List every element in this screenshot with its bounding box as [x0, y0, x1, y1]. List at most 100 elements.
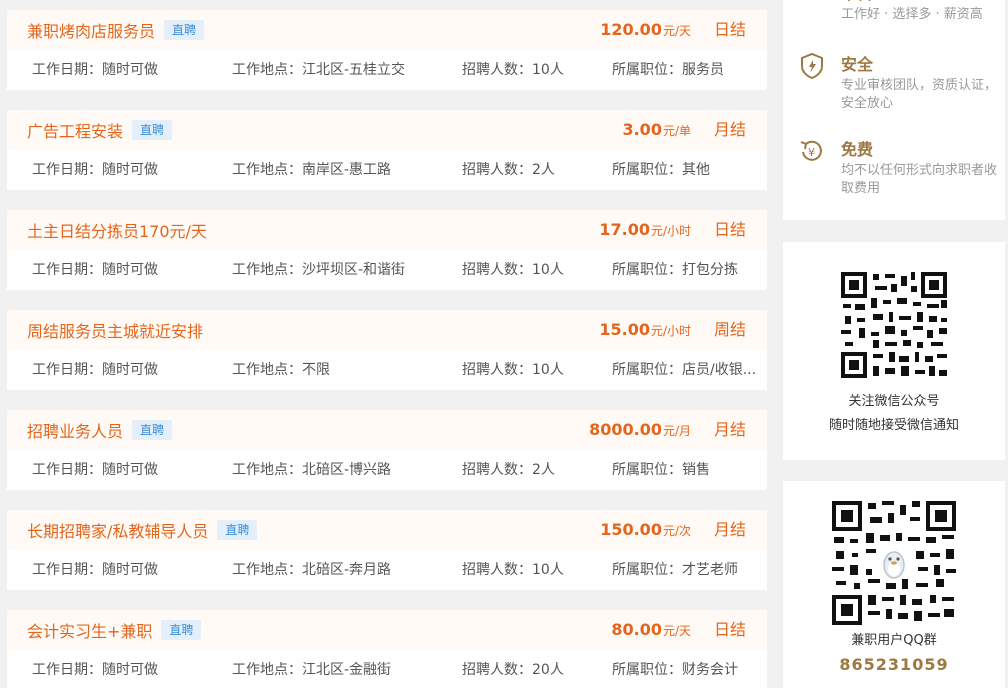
direct-hire-badge: 直聘: [161, 620, 202, 640]
salary: 8000.00元/月: [589, 410, 691, 450]
salary: 80.00元/天: [611, 610, 691, 650]
work-date: 工作日期：随时可做: [32, 562, 158, 578]
salary-amount: 17.00: [599, 220, 650, 239]
people-icon: [797, 0, 827, 10]
job-card-header: 长期招聘家/私教辅导人员 直聘 150.00元/次 月结: [7, 510, 767, 550]
salary: 150.00元/次: [600, 510, 691, 550]
salary-unit: 元/小时: [650, 224, 691, 238]
direct-hire-badge: 直聘: [217, 520, 258, 540]
work-date: 工作日期：随时可做: [32, 462, 158, 478]
work-date: 工作日期：随时可做: [32, 162, 158, 178]
job-position: 所属职位：店员/收银...: [612, 362, 757, 378]
wechat-qr-panel: 关注微信公众号 随时随地接受微信通知: [783, 242, 1005, 460]
yen-refresh-icon: ¥: [800, 140, 822, 161]
job-info-row: 工作日期：随时可做 工作地点：北碚区-博兴路 招聘人数：2人 所属职位：销售: [7, 450, 767, 490]
job-card[interactable]: 会计实习生+兼职 直聘 80.00元/天 日结 工作日期：随时可做 工作地点：江…: [7, 610, 767, 688]
salary-amount: 80.00: [611, 620, 662, 639]
job-title-link[interactable]: 招聘业务人员: [27, 418, 123, 442]
shield-icon: [801, 52, 823, 80]
hiring-count: 招聘人数：2人: [462, 162, 555, 178]
salary-unit: 元/次: [662, 524, 691, 538]
feature-desc: 专业审核团队，资质认证，安全放心: [841, 78, 998, 111]
job-title-link[interactable]: 长期招聘家/私教辅导人员: [27, 518, 208, 542]
work-location: 工作地点：沙坪坝区-和谐街: [232, 262, 406, 278]
work-date: 工作日期：随时可做: [32, 62, 158, 78]
wechat-follow-text: 关注微信公众号: [848, 394, 940, 409]
job-position: 所属职位：其他: [612, 162, 710, 178]
work-location: 工作地点：江北区-五桂立交: [232, 62, 406, 78]
job-card-header: 土主日结分拣员170元/天 17.00元/小时 日结: [7, 210, 767, 250]
job-title-link[interactable]: 兼职烤肉店服务员: [27, 18, 155, 42]
job-info-row: 工作日期：随时可做 工作地点：江北区-金融街 招聘人数：20人 所属职位：财务会…: [7, 650, 767, 688]
salary-amount: 120.00: [600, 20, 662, 39]
hiring-count: 招聘人数：10人: [462, 362, 564, 378]
salary-amount: 15.00: [599, 320, 650, 339]
svg-text:¥: ¥: [808, 146, 815, 159]
feature-title: 平台: [841, 0, 873, 4]
salary: 3.00元/单: [622, 110, 691, 150]
feature-desc: 均不以任何形式向求职者收取费用: [841, 163, 998, 196]
settlement-type: 日结: [713, 220, 746, 239]
hiring-count: 招聘人数：20人: [462, 662, 564, 678]
hiring-count: 招聘人数：10人: [462, 562, 564, 578]
job-title-link[interactable]: 会计实习生+兼职: [27, 618, 152, 642]
job-position: 所属职位：财务会计: [612, 662, 738, 678]
work-date: 工作日期：随时可做: [32, 262, 158, 278]
job-card[interactable]: 招聘业务人员 直聘 8000.00元/月 月结 工作日期：随时可做 工作地点：北…: [7, 410, 767, 490]
job-card[interactable]: 兼职烤肉店服务员 直聘 120.00元/天 日结 工作日期：随时可做 工作地点：…: [7, 10, 767, 90]
job-list: 兼职烤肉店服务员 直聘 120.00元/天 日结 工作日期：随时可做 工作地点：…: [7, 10, 767, 688]
job-title-link[interactable]: 周结服务员主城就近安排: [27, 318, 203, 342]
qq-group-panel: 兼职用户QQ群 865231059: [783, 481, 1005, 688]
job-info-row: 工作日期：随时可做 工作地点：江北区-五桂立交 招聘人数：10人 所属职位：服务…: [7, 50, 767, 90]
job-position: 所属职位：服务员: [612, 62, 724, 78]
job-card-header: 周结服务员主城就近安排 15.00元/小时 周结: [7, 310, 767, 350]
job-info-row: 工作日期：随时可做 工作地点：南岸区-惠工路 招聘人数：2人 所属职位：其他: [7, 150, 767, 190]
job-info-row: 工作日期：随时可做 工作地点：不限 招聘人数：10人 所属职位：店员/收银...: [7, 350, 767, 390]
salary-amount: 8000.00: [589, 420, 662, 439]
salary-unit: 元/月: [662, 424, 691, 438]
settlement-type: 月结: [713, 520, 746, 539]
salary-amount: 3.00: [622, 120, 662, 139]
job-position: 所属职位：打包分拣: [612, 262, 738, 278]
job-position: 所属职位：才艺老师: [612, 562, 738, 578]
job-card[interactable]: 土主日结分拣员170元/天 17.00元/小时 日结 工作日期：随时可做 工作地…: [7, 210, 767, 290]
direct-hire-badge: 直聘: [164, 20, 205, 40]
settlement-type: 日结: [713, 20, 746, 39]
job-card[interactable]: 广告工程安装 直聘 3.00元/单 月结 工作日期：随时可做 工作地点：南岸区-…: [7, 110, 767, 190]
job-card[interactable]: 周结服务员主城就近安排 15.00元/小时 周结 工作日期：随时可做 工作地点：…: [7, 310, 767, 390]
salary: 17.00元/小时: [599, 210, 691, 250]
settlement-type: 月结: [713, 120, 746, 139]
job-title-link[interactable]: 广告工程安装: [27, 118, 123, 142]
direct-hire-badge: 直聘: [132, 120, 173, 140]
wechat-qr-code: [839, 270, 949, 380]
job-card-header: 兼职烤肉店服务员 直聘 120.00元/天 日结: [7, 10, 767, 50]
job-card-header: 广告工程安装 直聘 3.00元/单 月结: [7, 110, 767, 150]
hiring-count: 招聘人数：2人: [462, 462, 555, 478]
qq-group-number: 865231059: [839, 655, 949, 674]
work-date: 工作日期：随时可做: [32, 362, 158, 378]
work-date: 工作日期：随时可做: [32, 662, 158, 678]
job-card-header: 招聘业务人员 直聘 8000.00元/月 月结: [7, 410, 767, 450]
salary-unit: 元/单: [662, 124, 691, 138]
job-info-row: 工作日期：随时可做 工作地点：沙坪坝区-和谐街 招聘人数：10人 所属职位：打包…: [7, 250, 767, 290]
features-panel: 平台 工作好 · 选择多 · 薪资高 安全 专业审核团队，资质认证，安全放心 ¥…: [783, 0, 1005, 220]
direct-hire-badge: 直聘: [132, 420, 173, 440]
qq-qr-code: [830, 499, 958, 627]
job-info-row: 工作日期：随时可做 工作地点：北碚区-奔月路 招聘人数：10人 所属职位：才艺老…: [7, 550, 767, 590]
work-location: 工作地点：北碚区-奔月路: [232, 562, 392, 578]
wechat-notice-text: 随时随地接受微信通知: [828, 418, 959, 433]
salary-unit: 元/小时: [650, 324, 691, 338]
settlement-type: 周结: [713, 320, 746, 339]
hiring-count: 招聘人数：10人: [462, 262, 564, 278]
feature-title: 安全: [841, 55, 874, 74]
job-card[interactable]: 长期招聘家/私教辅导人员 直聘 150.00元/次 月结 工作日期：随时可做 工…: [7, 510, 767, 590]
salary: 120.00元/天: [600, 10, 691, 50]
job-card-header: 会计实习生+兼职 直聘 80.00元/天 日结: [7, 610, 767, 650]
salary-amount: 150.00: [600, 520, 662, 539]
salary-unit: 元/天: [662, 24, 691, 38]
feature-desc: 工作好 · 选择多 · 薪资高: [841, 7, 983, 22]
job-title-link[interactable]: 土主日结分拣员170元/天: [27, 218, 207, 242]
hiring-count: 招聘人数：10人: [462, 62, 564, 78]
work-location: 工作地点：南岸区-惠工路: [232, 162, 392, 178]
work-location: 工作地点：不限: [232, 362, 330, 378]
